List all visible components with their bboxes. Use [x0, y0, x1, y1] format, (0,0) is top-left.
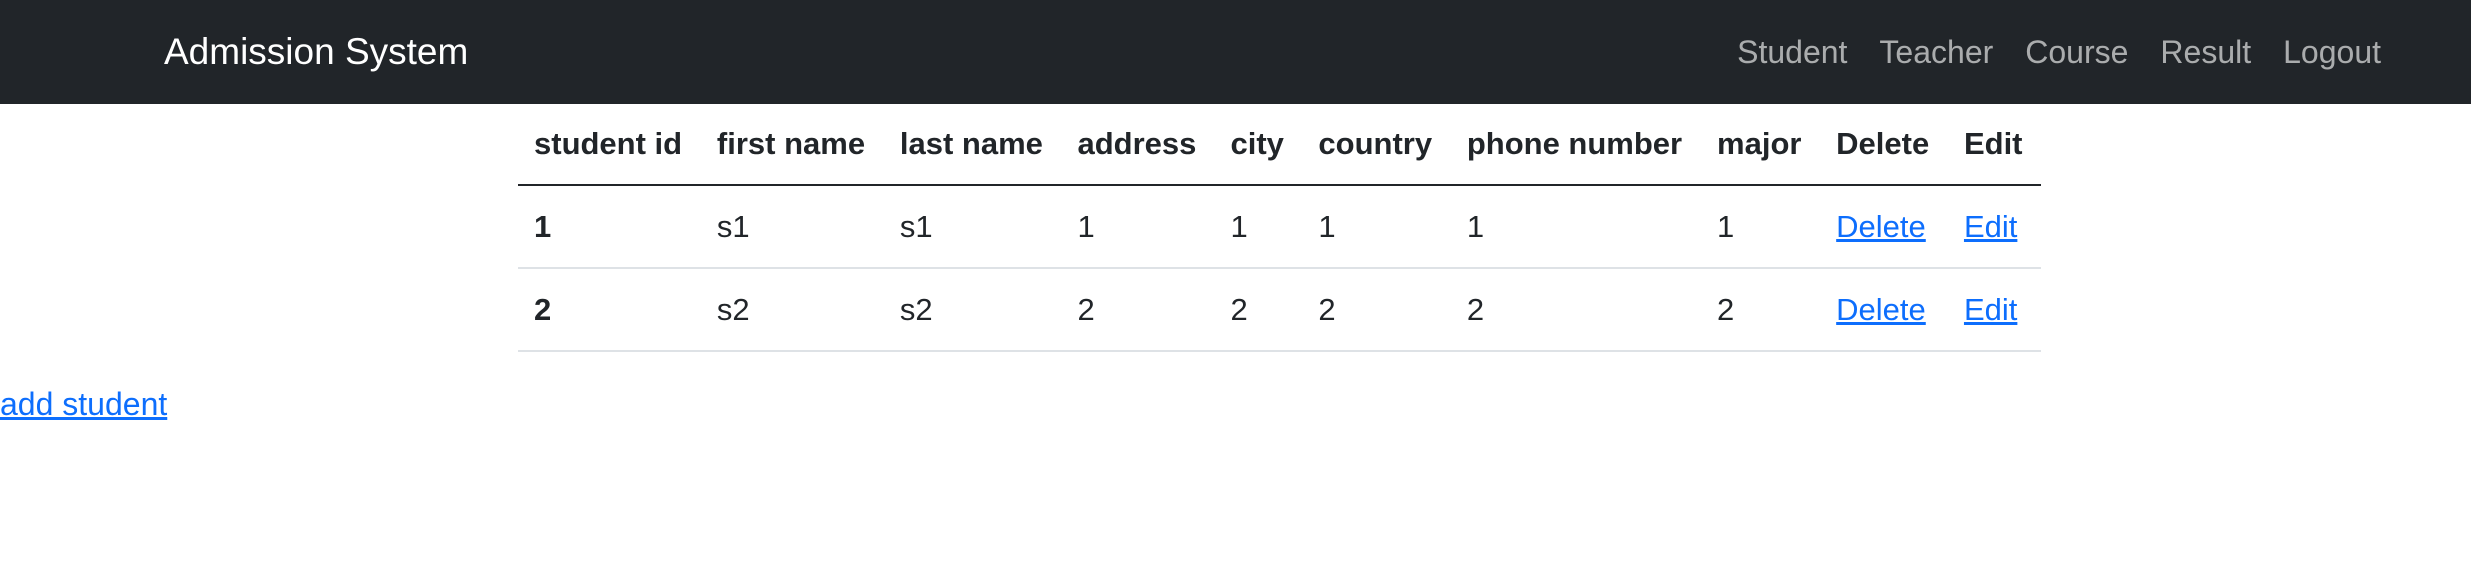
- delete-link[interactable]: Delete: [1836, 209, 1926, 244]
- header-phone-number: phone number: [1450, 104, 1702, 186]
- nav-links: Student Teacher Course Result Logout: [1737, 0, 2381, 104]
- cell-student-id: 2: [518, 268, 701, 352]
- cell-first-name: s2: [700, 268, 884, 352]
- cell-city: 1: [1214, 185, 1303, 269]
- cell-country: 2: [1302, 268, 1451, 352]
- cell-country: 1: [1302, 185, 1451, 269]
- cell-last-name: s2: [883, 268, 1062, 352]
- cell-phone-number: 2: [1450, 268, 1702, 352]
- delete-link[interactable]: Delete: [1836, 292, 1926, 327]
- header-first-name: first name: [700, 104, 884, 186]
- cell-last-name: s1: [883, 185, 1062, 269]
- top-navbar: Admission System Student Teacher Course …: [0, 0, 2471, 104]
- header-city: city: [1214, 104, 1303, 186]
- header-major: major: [1701, 104, 1821, 186]
- edit-link[interactable]: Edit: [1964, 292, 2017, 327]
- cell-major: 1: [1701, 185, 1821, 269]
- edit-link[interactable]: Edit: [1964, 209, 2017, 244]
- cell-delete: Delete: [1820, 185, 1948, 269]
- cell-edit: Edit: [1947, 185, 2041, 269]
- cell-major: 2: [1701, 268, 1821, 352]
- cell-delete: Delete: [1820, 268, 1948, 352]
- header-student-id: student id: [518, 104, 701, 186]
- nav-link-student[interactable]: Student: [1737, 34, 1847, 71]
- table-row: 2 s2 s2 2 2 2 2 2 Delete Edit: [518, 268, 2041, 352]
- table-header-row: student id first name last name address …: [518, 104, 2041, 186]
- students-table: student id first name last name address …: [518, 104, 2041, 352]
- table-row: 1 s1 s1 1 1 1 1 1 Delete Edit: [518, 185, 2041, 269]
- header-address: address: [1061, 104, 1215, 186]
- nav-link-course[interactable]: Course: [2025, 34, 2128, 71]
- add-student-link[interactable]: add student: [0, 386, 167, 423]
- header-country: country: [1302, 104, 1451, 186]
- cell-edit: Edit: [1947, 268, 2041, 352]
- students-table-container: student id first name last name address …: [518, 104, 2041, 352]
- header-edit: Edit: [1947, 104, 2041, 186]
- cell-address: 1: [1061, 185, 1215, 269]
- nav-link-logout[interactable]: Logout: [2283, 34, 2381, 71]
- nav-link-result[interactable]: Result: [2160, 34, 2251, 71]
- cell-address: 2: [1061, 268, 1215, 352]
- header-last-name: last name: [883, 104, 1062, 186]
- header-delete: Delete: [1820, 104, 1948, 186]
- cell-first-name: s1: [700, 185, 884, 269]
- brand-link[interactable]: Admission System: [164, 0, 468, 104]
- nav-link-teacher[interactable]: Teacher: [1879, 34, 1993, 71]
- cell-phone-number: 1: [1450, 185, 1702, 269]
- cell-student-id: 1: [518, 185, 701, 269]
- cell-city: 2: [1214, 268, 1303, 352]
